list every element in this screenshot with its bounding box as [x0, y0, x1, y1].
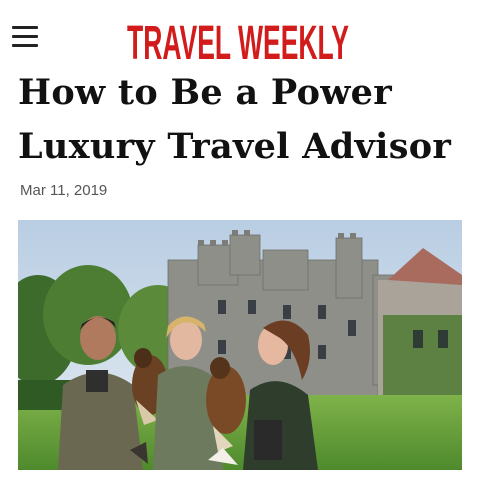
- article-hero-image: [18, 220, 462, 470]
- article-title-line-1: How to Be a Power: [18, 72, 392, 113]
- article-title-line-2: Luxury Travel Advisor: [18, 126, 452, 167]
- site-header: TRAVEL WEEKLY: [0, 0, 480, 72]
- article-date: Mar 11, 2019: [20, 182, 108, 199]
- falconers-castle-illustration: [18, 220, 462, 470]
- article-title: How to Be a Power Luxury Travel Advisor: [18, 66, 468, 174]
- site-logo[interactable]: TRAVEL WEEKLY: [118, 10, 358, 66]
- brand-name: TRAVEL WEEKLY: [127, 17, 349, 66]
- hamburger-menu-icon[interactable]: [10, 22, 42, 50]
